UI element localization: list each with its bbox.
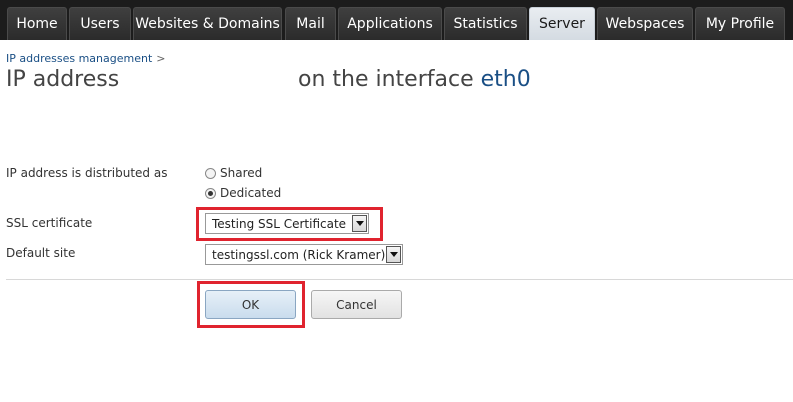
radio-shared-button[interactable]: [205, 167, 216, 179]
radio-dedicated-label: Dedicated: [220, 186, 282, 200]
tab-my-profile[interactable]: My Profile: [695, 7, 785, 40]
radio-shared[interactable]: Shared: [205, 166, 262, 180]
default-site-select[interactable]: testingssl.com (Rick Kramer): [205, 244, 403, 265]
ok-button[interactable]: OK: [205, 290, 296, 319]
ssl-certificate-value: Testing SSL Certificate: [212, 216, 347, 231]
default-site-dropdown-arrow-icon[interactable]: [386, 246, 401, 263]
radio-dedicated-button[interactable]: [205, 187, 216, 199]
ssl-dropdown-arrow-icon[interactable]: [352, 215, 367, 232]
tab-applications[interactable]: Applications: [338, 7, 442, 40]
breadcrumb-separator: >: [156, 52, 166, 65]
cancel-button[interactable]: Cancel: [311, 290, 402, 319]
ssl-certificate-select[interactable]: Testing SSL Certificate: [205, 213, 369, 234]
page-title: IP address: [6, 67, 120, 92]
main-navigation-tabs: Home Users Websites & Domains Mail Appli…: [0, 0, 793, 40]
tab-statistics[interactable]: Statistics: [444, 7, 527, 40]
tab-websites-domains[interactable]: Websites & Domains: [133, 7, 282, 40]
radio-dedicated[interactable]: Dedicated: [205, 186, 281, 200]
tab-home[interactable]: Home: [7, 7, 67, 40]
page-title-interface: on the interface eth0: [298, 67, 531, 92]
tab-server[interactable]: Server: [529, 7, 595, 40]
ssl-certificate-label: SSL certificate: [6, 216, 93, 230]
tab-webspaces[interactable]: Webspaces: [597, 7, 693, 40]
radio-shared-label: Shared: [220, 166, 263, 180]
breadcrumb-link-ip-management[interactable]: IP addresses management: [6, 52, 152, 65]
tab-users[interactable]: Users: [69, 7, 131, 40]
default-site-label: Default site: [6, 246, 76, 260]
tab-mail[interactable]: Mail: [285, 7, 336, 40]
default-site-value: testingssl.com (Rick Kramer): [212, 247, 386, 262]
title-interface-name: eth0: [480, 67, 531, 92]
breadcrumb: IP addresses management >: [6, 52, 166, 65]
distribution-label: IP address is distributed as: [6, 166, 168, 180]
title-interface-prefix: on the interface: [298, 67, 474, 92]
form-divider: [6, 279, 793, 280]
